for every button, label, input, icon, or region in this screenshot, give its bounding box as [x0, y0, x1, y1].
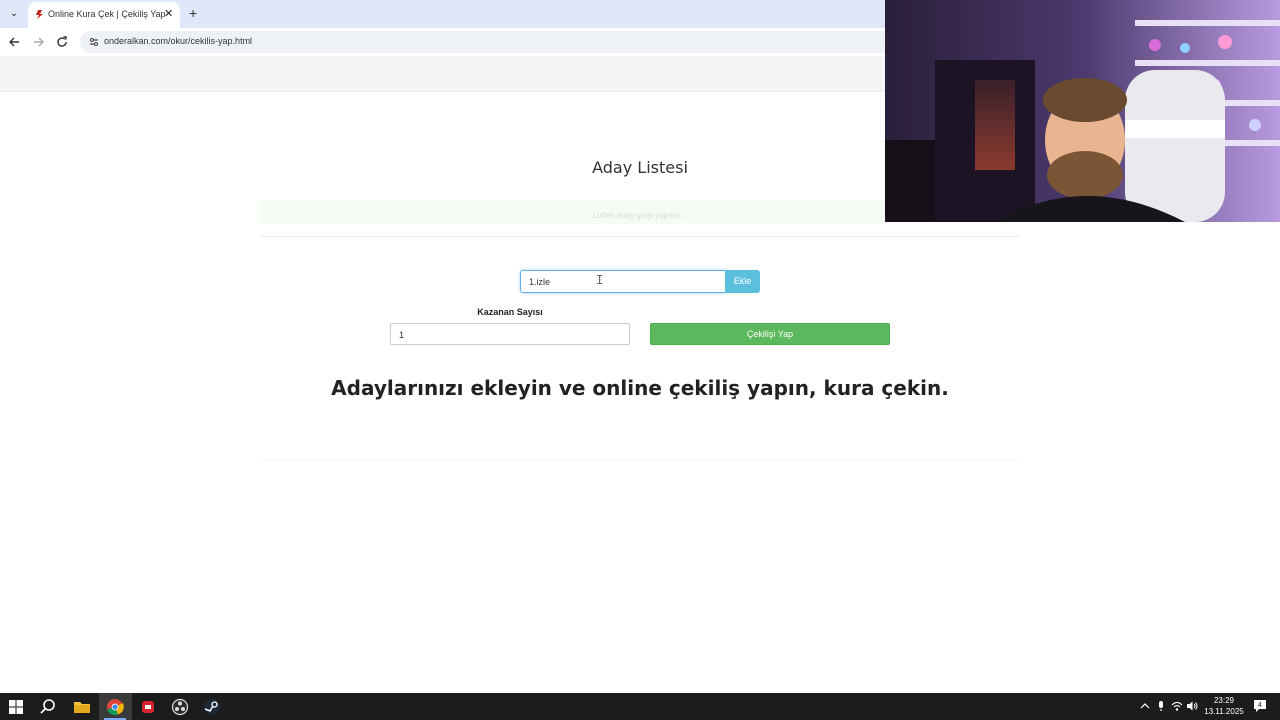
reload-icon[interactable] [54, 34, 70, 50]
chevron-down-icon[interactable]: ⌄ [6, 6, 22, 22]
windows-start-icon[interactable] [5, 696, 27, 718]
new-tab-button[interactable]: + [189, 5, 197, 21]
notification-center-icon[interactable]: 4 [1252, 698, 1268, 714]
site-header-strip [0, 56, 885, 92]
clock-time: 23:29 [1213, 696, 1235, 705]
notification-count: 4 [1258, 702, 1262, 709]
webcam-overlay [885, 0, 1280, 222]
microphone-icon[interactable] [1155, 700, 1167, 712]
red-app-icon[interactable] [137, 696, 159, 718]
close-tab-icon[interactable]: ✕ [164, 7, 173, 21]
page-headline: Adaylarınızı ekleyin ve online çekiliş y… [331, 376, 949, 400]
obs-icon[interactable] [169, 696, 191, 718]
tab-title: Online Kura Çek | Çekiliş Yap [48, 9, 166, 19]
taskbar-clock[interactable]: 23:29 13.11.2025 [1198, 695, 1250, 717]
volume-icon[interactable] [1186, 700, 1198, 712]
chrome-icon[interactable] [104, 696, 126, 718]
divider [260, 236, 1020, 237]
divider [260, 460, 1020, 461]
notification-icon: 4 [1254, 700, 1266, 712]
search-icon[interactable] [37, 696, 59, 718]
url-text: onderalkan.com/okur/cekilis-yap.html [104, 36, 253, 46]
add-candidate-button[interactable]: Ekle [725, 270, 760, 293]
wifi-icon[interactable] [1171, 700, 1183, 712]
draw-button[interactable]: Çekilişi Yap [650, 323, 890, 345]
candidate-input[interactable]: 1.izle [520, 270, 726, 293]
site-info-icon[interactable] [88, 36, 100, 48]
chevron-up-icon[interactable] [1139, 700, 1151, 712]
forward-arrow-icon[interactable] [30, 34, 46, 50]
back-arrow-icon[interactable] [7, 34, 23, 50]
browser-tab[interactable]: Online Kura Çek | Çekiliş Yap ✕ [28, 2, 180, 28]
taskbar [0, 693, 1280, 720]
browser-tab-strip: ⌄ Online Kura Çek | Çekiliş Yap ✕ + [0, 0, 885, 28]
winner-count-label: Kazanan Sayısı [477, 307, 543, 317]
text-cursor-icon: I [596, 273, 604, 287]
empty-list-hint: Lütfen aday girişi yapınız... [592, 211, 688, 220]
clock-date: 13.11.2025 [1204, 707, 1244, 716]
favicon-icon [36, 10, 43, 19]
list-title: Aday Listesi [592, 158, 688, 177]
file-explorer-icon[interactable] [71, 696, 93, 718]
winner-count-input[interactable]: 1 [390, 323, 630, 345]
url-bar[interactable]: onderalkan.com/okur/cekilis-yap.html [80, 31, 885, 53]
steam-icon[interactable] [201, 696, 223, 718]
